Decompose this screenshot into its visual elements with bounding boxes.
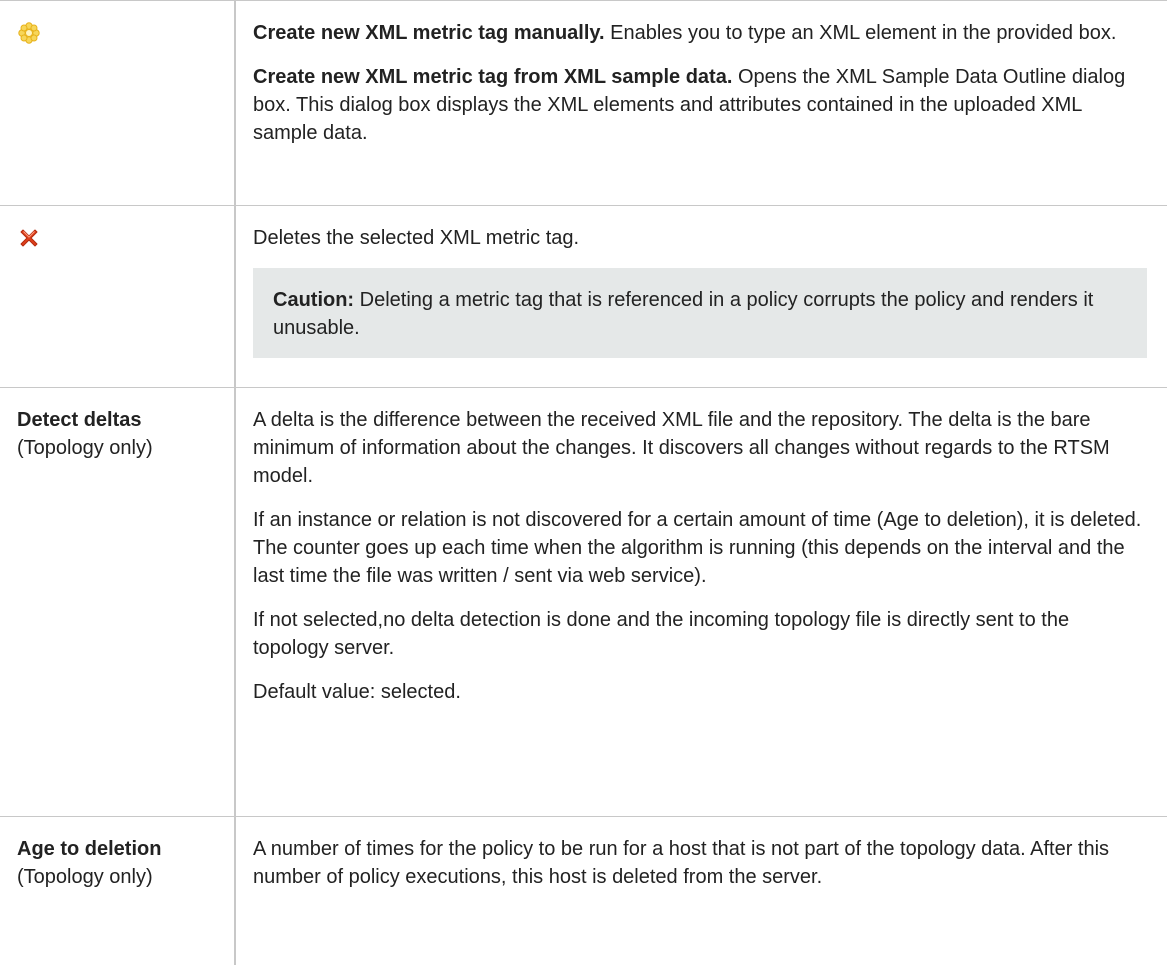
option-sublabel: (Topology only): [17, 437, 153, 459]
term-bold: Create new XML metric tag manually.: [253, 22, 605, 44]
label-cell: Detect deltas (Topology only): [0, 387, 236, 817]
option-sublabel: (Topology only): [17, 866, 153, 888]
caution-note: Caution: Deleting a metric tag that is r…: [253, 268, 1147, 358]
icon-cell: [0, 205, 236, 388]
description-cell: A number of times for the policy to be r…: [235, 816, 1167, 965]
term-text: Enables you to type an XML element in th…: [604, 22, 1117, 44]
table-row: Age to deletion (Topology only) A number…: [0, 816, 1167, 965]
option-label: Detect deltas: [17, 409, 142, 431]
icon-cell: [0, 0, 236, 206]
description-cell: Create new XML metric tag manually. Enab…: [235, 0, 1167, 206]
description-paragraph: A number of times for the policy to be r…: [253, 838, 1110, 888]
description-paragraph: A delta is the difference between the re…: [253, 409, 1110, 487]
description-paragraph: Create new XML metric tag from XML sampl…: [253, 63, 1147, 147]
option-label: Age to deletion: [17, 838, 162, 860]
table-row: Detect deltas (Topology only) A delta is…: [0, 387, 1167, 817]
delete-icon[interactable]: [17, 226, 41, 250]
reference-table: Create new XML metric tag manually. Enab…: [0, 0, 1167, 965]
description-cell: A delta is the difference between the re…: [235, 387, 1167, 817]
table-row: Create new XML metric tag manually. Enab…: [0, 0, 1167, 206]
description-paragraph: Default value: selected.: [253, 681, 461, 703]
description-paragraph: If not selected,no delta detection is do…: [253, 609, 1070, 659]
description-cell: Deletes the selected XML metric tag. Cau…: [235, 205, 1167, 388]
term-bold: Create new XML metric tag from XML sampl…: [253, 66, 733, 88]
table-row: Deletes the selected XML metric tag. Cau…: [0, 205, 1167, 388]
description-paragraph: Deletes the selected XML metric tag.: [253, 227, 580, 249]
description-paragraph: If an instance or relation is not discov…: [253, 509, 1142, 587]
description-paragraph: Create new XML metric tag manually. Enab…: [253, 19, 1147, 47]
caution-text: Deleting a metric tag that is referenced…: [273, 289, 1094, 339]
new-tag-icon[interactable]: [17, 21, 41, 45]
caution-label: Caution:: [273, 289, 355, 311]
label-cell: Age to deletion (Topology only): [0, 816, 236, 965]
